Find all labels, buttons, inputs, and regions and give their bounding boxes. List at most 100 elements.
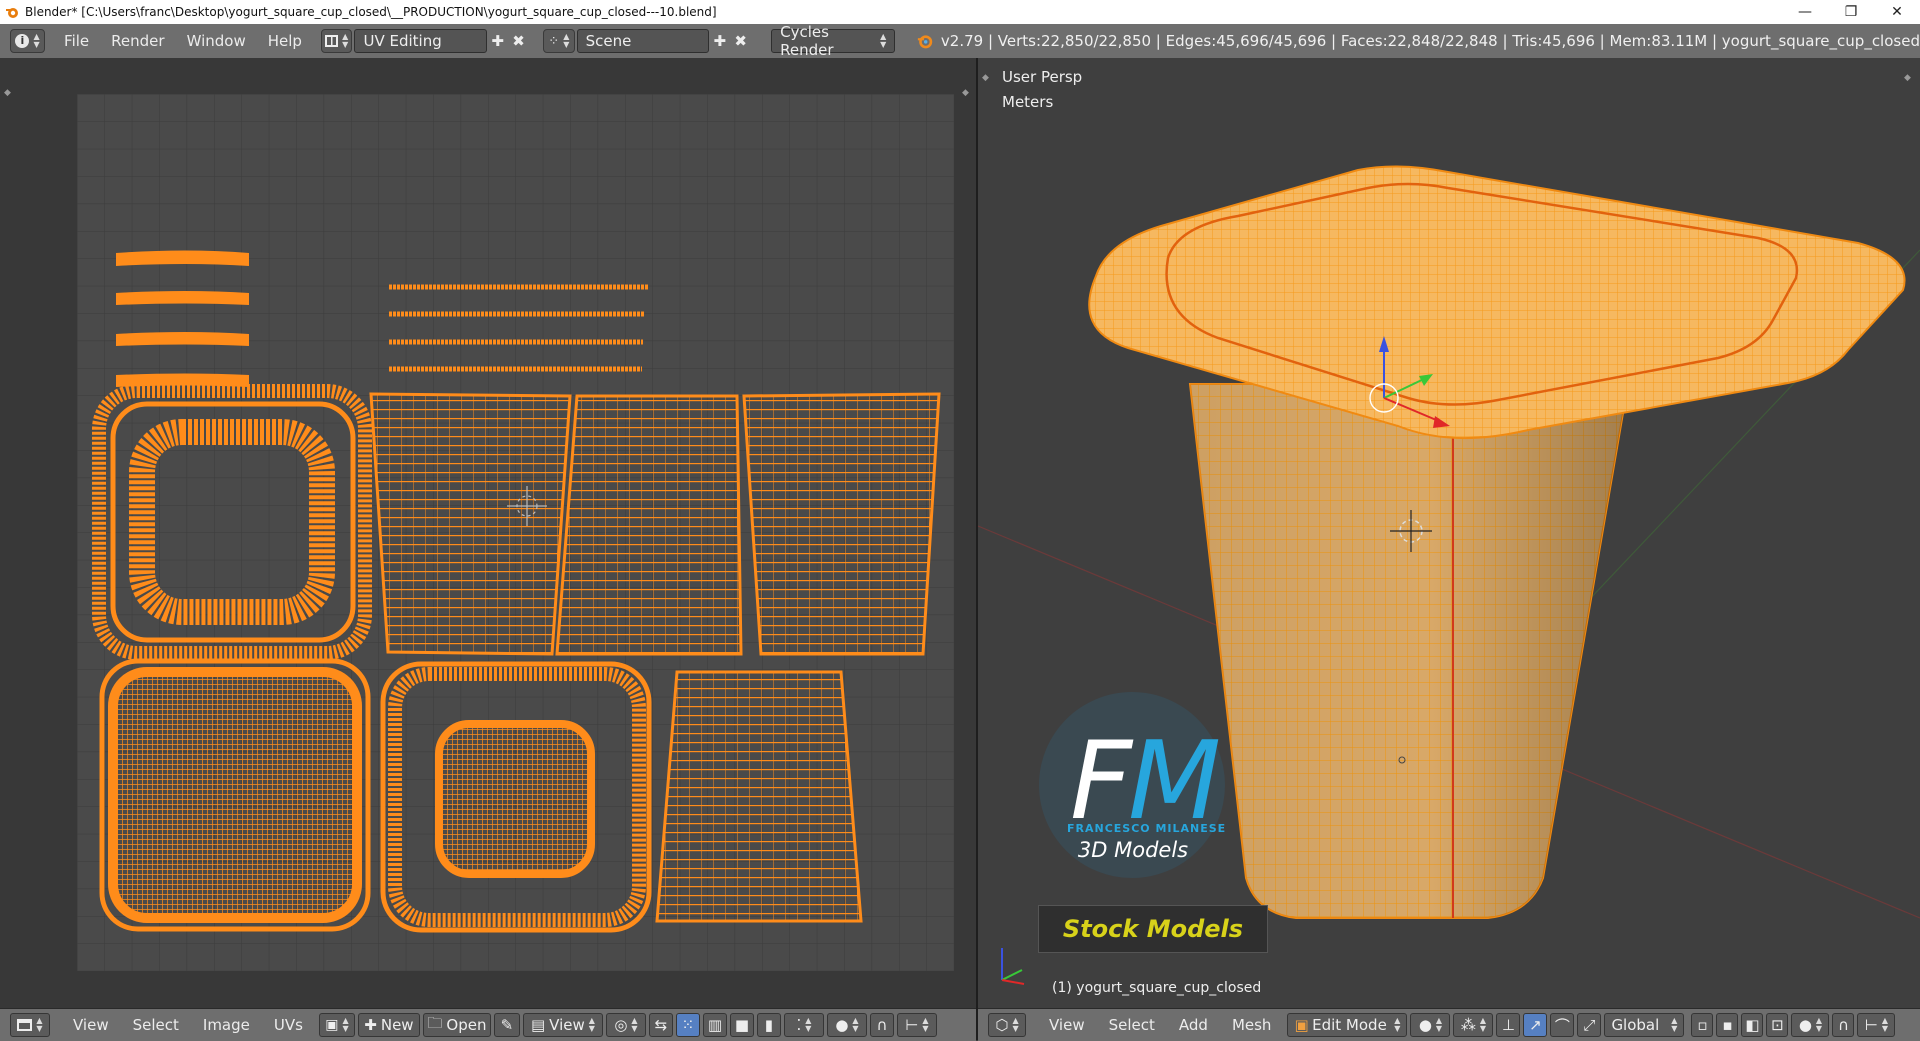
face-select-mode[interactable]: ◧ (1741, 1013, 1764, 1037)
select-vertex-mode[interactable]: ⁙ (675, 1013, 700, 1037)
scale-icon: ⤢ (1583, 1016, 1596, 1034)
uv-island-outer-wall[interactable] (655, 670, 863, 923)
viewport-proportional-toggle[interactable]: ● ▲ ▼ (1791, 1013, 1830, 1037)
menu-window[interactable]: Window (176, 24, 257, 58)
mode-value: Edit Mode (1312, 1016, 1387, 1034)
editor-type-info-button[interactable]: i ▲ ▼ (10, 29, 46, 53)
viewport-menu-select[interactable]: Select (1097, 1016, 1167, 1034)
orientation-value: Global (1611, 1016, 1660, 1034)
edge-select-mode[interactable]: ▪ (1716, 1013, 1739, 1037)
sticky-select-mode[interactable]: ⁚ ▲ ▼ (783, 1013, 824, 1037)
viewport-snap-target[interactable]: ⊢ ▲ ▼ (1857, 1013, 1896, 1037)
uv-image-editor[interactable]: ◆ ◆ (0, 58, 976, 1008)
restore-button[interactable]: ❐ (1828, 0, 1874, 24)
pin-icon: ✎ (500, 1016, 514, 1034)
add-layout-icon[interactable]: ✚ (487, 29, 508, 53)
close-button[interactable]: ✕ (1874, 0, 1920, 24)
mode-select[interactable]: ▣ Edit Mode ▲ ▼ (1287, 1013, 1408, 1037)
yogurt-cup-mesh[interactable]: F M (978, 58, 1920, 1008)
blender-logo-icon (918, 35, 933, 49)
transform-orientation-select[interactable]: Global ▲ ▼ (1604, 1013, 1685, 1037)
uv-menu-select[interactable]: Select (121, 1016, 191, 1034)
uv-menu-view[interactable]: View (61, 1016, 121, 1034)
watermark-name: FRANCESCO MILANESE (1067, 822, 1227, 835)
uv-view-select[interactable]: ▤ View ▲ ▼ (522, 1013, 603, 1037)
viewport-snap-icon: ⊢ (1864, 1016, 1878, 1034)
chevron-updown-icon: ▲ ▼ (563, 32, 570, 49)
uv-editor-header: ▲ ▼ View Select Image UVs ▣ ▲ ▼ ✚ New 🗀 Op… (0, 1008, 976, 1041)
chevron-updown-icon: ▲ ▼ (852, 1016, 859, 1033)
manipulator-toggle[interactable]: ⊥ (1496, 1013, 1521, 1037)
uv-island-bottom-base[interactable] (99, 658, 371, 932)
select-island-mode[interactable]: ▮ (756, 1013, 781, 1037)
sync-selection-toggle[interactable]: ⇆ (648, 1013, 673, 1037)
viewport-menu-add[interactable]: Add (1167, 1016, 1220, 1034)
select-face-mode[interactable]: ■ (729, 1013, 754, 1037)
chevron-updown-icon: ▲ ▼ (342, 32, 349, 49)
face-mode-icon: ■ (734, 1016, 750, 1034)
shading-select[interactable]: ● ▲ ▼ (1410, 1013, 1451, 1037)
menu-file[interactable]: File (53, 24, 100, 58)
snap-toggle[interactable]: ∩ (869, 1013, 894, 1037)
open-image-button[interactable]: 🗀 Open (422, 1013, 491, 1037)
viewport-menu-view[interactable]: View (1037, 1016, 1097, 1034)
delete-layout-icon[interactable]: ✖ (508, 29, 529, 53)
image-editor-icon (17, 1019, 33, 1031)
chevron-updown-icon: ▲ ▼ (33, 32, 40, 49)
editor-corner-handle-left[interactable]: ◆ (4, 88, 11, 98)
chevron-updown-icon: ▲ ▼ (1479, 1016, 1487, 1033)
minimize-button[interactable]: — (1782, 0, 1828, 24)
plus-icon: ✚ (364, 1016, 377, 1034)
render-engine-value: Cycles Render (780, 23, 834, 59)
sync-icon: ⇆ (654, 1016, 668, 1034)
rotate-manipulator[interactable]: ⌒ (1550, 1013, 1575, 1037)
watermark-subtitle: 3D Models (1077, 838, 1189, 862)
pivot-select[interactable]: ◎ ▲ ▼ (605, 1013, 646, 1037)
viewport-editor-type-button[interactable]: ⬡ ▲ ▼ (988, 1013, 1026, 1037)
delete-scene-icon[interactable]: ✖ (730, 29, 751, 53)
uv-layout-canvas[interactable] (77, 94, 954, 971)
chevron-updown-icon: ▲ ▼ (805, 1016, 812, 1033)
chevron-updown-icon: ▲ ▼ (342, 1016, 349, 1033)
menu-render[interactable]: Render (100, 24, 175, 58)
uv-editor-type-button[interactable]: ▲ ▼ (10, 1013, 50, 1037)
chevron-updown-icon: ▲ ▼ (1435, 1016, 1443, 1033)
translate-manipulator[interactable]: ↗ (1523, 1013, 1548, 1037)
new-image-button[interactable]: ✚ New (357, 1013, 420, 1037)
editor-corner-handle-right[interactable]: ◆ (962, 88, 969, 98)
view-axes-indicator (1001, 948, 1025, 985)
scene-selector[interactable]: ⁘ ▲ ▼ (543, 29, 575, 53)
pin-image-button[interactable]: ✎ (493, 1013, 520, 1037)
uv-menu-uvs[interactable]: UVs (262, 1016, 315, 1034)
open-image-label: Open (446, 1016, 487, 1034)
viewport-snap-toggle[interactable]: ∩ (1832, 1013, 1855, 1037)
viewport-magnet-icon: ∩ (1837, 1016, 1849, 1034)
screen-layout-selector[interactable]: ▲ ▼ (320, 29, 353, 53)
vertex-select-icon: ▫ (1697, 1016, 1708, 1034)
viewport-menu-mesh[interactable]: Mesh (1220, 1016, 1284, 1034)
add-scene-icon[interactable]: ✚ (709, 29, 730, 53)
render-engine-select[interactable]: Cycles Render ▲ ▼ (771, 23, 896, 59)
chevron-updown-icon: ▲ ▼ (588, 1016, 595, 1033)
active-object-label: (1) yogurt_square_cup_closed (1052, 980, 1262, 996)
limit-selection-toggle[interactable]: ⊡ (1766, 1013, 1789, 1037)
vertex-select-mode[interactable]: ▫ (1691, 1013, 1714, 1037)
scene-name: Scene (585, 32, 632, 50)
viewport-header: ⬡ ▲ ▼ View Select Add Mesh ▣ Edit Mode ▲ ▼… (978, 1008, 1920, 1041)
scale-manipulator[interactable]: ⤢ (1577, 1013, 1602, 1037)
menu-help[interactable]: Help (257, 24, 313, 58)
proportional-edit-toggle[interactable]: ● ▲ ▼ (826, 1013, 867, 1037)
island-mode-icon: ▮ (764, 1016, 774, 1034)
window-title: Blender* [C:\Users\franc\Desktop\yogurt_… (25, 5, 717, 19)
snap-target-select[interactable]: ⊢ ▲ ▼ (896, 1013, 937, 1037)
screen-layout-field[interactable]: UV Editing (354, 29, 488, 53)
image-browse-button[interactable]: ▣ ▲ ▼ (318, 1013, 355, 1037)
3d-viewport[interactable]: User Persp Meters ◆ ◆ F M FRANCESCO MILA… (978, 58, 1920, 1008)
uv-island-side-walls[interactable] (369, 392, 941, 656)
sticky-icon: ⁚ (796, 1016, 802, 1034)
uv-menu-image[interactable]: Image (191, 1016, 262, 1034)
watermark-banner: Stock Models (1038, 905, 1268, 953)
pivot-point-select[interactable]: ⁂ ▲ ▼ (1453, 1013, 1494, 1037)
scene-field[interactable]: Scene (576, 29, 710, 53)
select-edge-mode[interactable]: ▥ (702, 1013, 727, 1037)
